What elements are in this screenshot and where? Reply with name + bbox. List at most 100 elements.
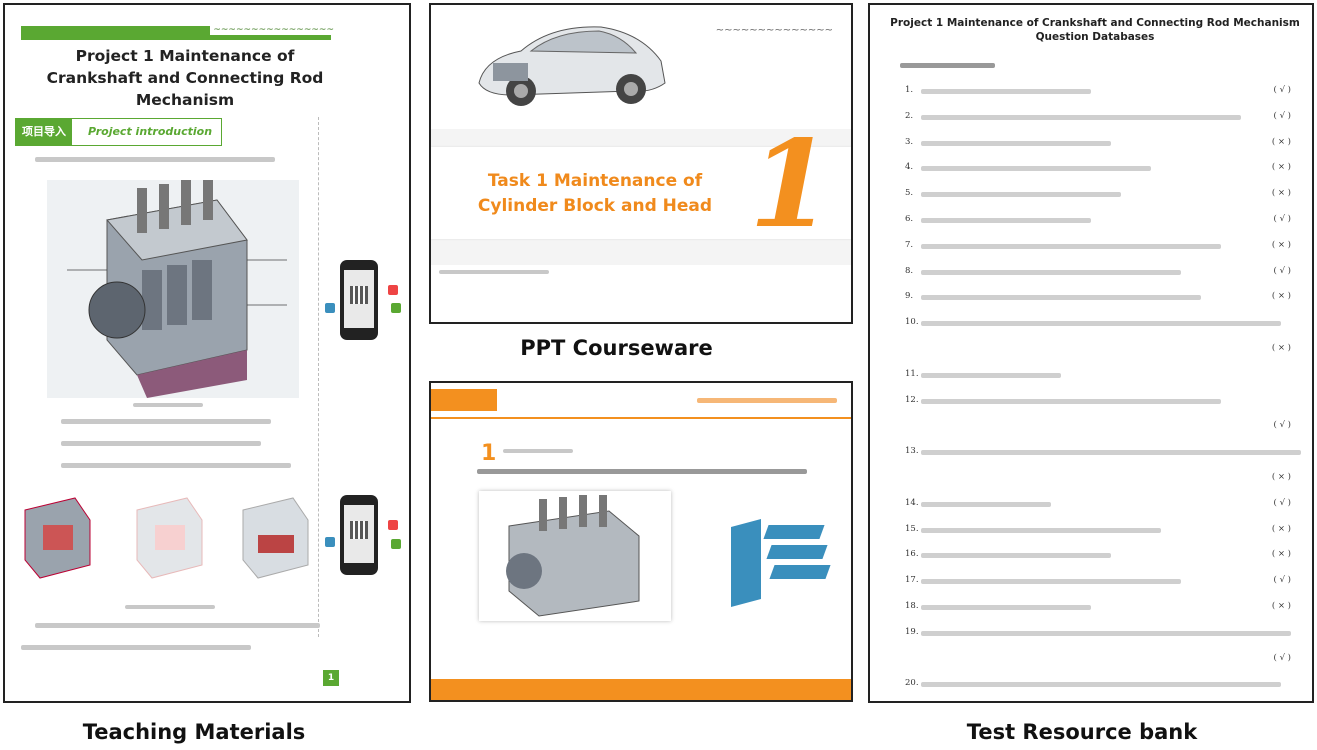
question-text — [921, 192, 1121, 198]
answer-mark: ( × ) — [1271, 239, 1291, 250]
question-number: 7. — [905, 239, 914, 250]
question-item: 16. ( × ) — [905, 549, 1303, 563]
question-text — [921, 579, 1181, 585]
answer-mark: ( × ) — [1271, 549, 1291, 560]
question-number: 15. — [905, 523, 919, 534]
structure-block — [731, 518, 761, 608]
ppt-content-slide: 1 — [429, 381, 853, 702]
answer-mark: ( × ) — [1271, 188, 1291, 199]
question-item: ( √ ) — [905, 653, 1303, 667]
question-item: ( × ) — [905, 472, 1303, 486]
answer-mark: ( × ) — [1271, 343, 1291, 353]
intro-label-en: Project introduction — [88, 125, 213, 138]
slide-footer — [439, 270, 549, 274]
teaching-materials-panel: ~~~~~~~~~~~~~~~~ Project 1 Maintenance o… — [3, 3, 411, 703]
figure-caption — [133, 403, 203, 407]
question-text — [921, 682, 1281, 688]
document-title: Project 1 Maintenance of Crankshaft and … — [46, 47, 324, 109]
question-number: 1. — [905, 85, 914, 95]
question-item: 5. ( × ) — [905, 188, 1303, 202]
header-bar: ~~~~~~~~~~~~~~~~ — [21, 25, 337, 40]
question-item: 13. — [905, 446, 1303, 460]
test-resource-panel: Project 1 Maintenance of Crankshaft and … — [868, 3, 1314, 703]
question-number: 16. — [905, 549, 919, 560]
question-item: 14. ( √ ) — [905, 498, 1303, 512]
question-text — [921, 450, 1301, 456]
question-item: 18. ( × ) — [905, 601, 1303, 615]
question-item: ( √ ) — [905, 420, 1303, 434]
point-text — [477, 469, 807, 474]
question-number: 5. — [905, 188, 914, 199]
question-item: 3. ( × ) — [905, 137, 1303, 151]
question-item: ( × ) — [905, 343, 1303, 357]
question-text — [921, 243, 1221, 249]
question-item: 10. — [905, 317, 1303, 331]
question-number: 14. — [905, 497, 919, 508]
question-number: 2. — [905, 110, 914, 121]
question-item: 9. ( × ) — [905, 291, 1303, 305]
question-text — [921, 89, 1091, 94]
question-text — [921, 114, 1241, 120]
question-text — [921, 630, 1291, 636]
question-number: 4. — [905, 162, 914, 173]
structure-block — [763, 525, 825, 539]
section-heading — [900, 63, 995, 68]
answer-mark: ( × ) — [1271, 601, 1291, 611]
engine-thumbnail-3 — [233, 490, 313, 582]
text-line — [35, 157, 275, 162]
point-heading — [503, 449, 573, 453]
text-line — [61, 463, 291, 468]
question-number: 10. — [905, 317, 919, 328]
slide-title: Task 1 Maintenance of Cylinder Block and… — [477, 171, 713, 216]
question-number: 6. — [905, 214, 914, 224]
answer-mark: ( √ ) — [1273, 265, 1291, 276]
question-item: 12. — [905, 395, 1303, 409]
question-text — [921, 295, 1201, 301]
text-line — [35, 623, 320, 628]
figure-caption — [125, 605, 215, 609]
question-number: 19. — [905, 626, 919, 637]
phone-qr-icon[interactable] — [340, 495, 378, 575]
question-item: 6. ( √ ) — [905, 214, 1303, 228]
engine-thumbnail-1 — [15, 490, 95, 582]
caption-ppt-courseware: PPT Courseware — [520, 336, 713, 360]
question-text — [921, 372, 1061, 378]
question-item: 2. ( √ ) — [905, 111, 1303, 125]
question-text — [921, 605, 1091, 610]
structure-block — [766, 545, 828, 559]
structure-block — [769, 565, 831, 579]
question-number: 3. — [905, 136, 914, 147]
question-item: 19. — [905, 627, 1303, 641]
question-text — [921, 321, 1281, 327]
question-number: 17. — [905, 575, 919, 586]
engine-illustration — [47, 180, 299, 398]
intro-label-cn: 项目导入 — [16, 119, 72, 145]
answer-mark: ( √ ) — [1273, 214, 1291, 224]
page-number: 1 — [323, 670, 339, 686]
question-item: 7. ( × ) — [905, 240, 1303, 254]
question-item: 11. — [905, 369, 1303, 383]
question-text — [921, 218, 1091, 223]
answer-mark: ( √ ) — [1273, 420, 1291, 431]
caption-test-resource-bank: Test Resource bank — [966, 720, 1198, 744]
slide-footer-bar — [431, 679, 851, 700]
question-text — [921, 269, 1181, 275]
question-number: 9. — [905, 291, 914, 302]
question-item: 20. — [905, 678, 1303, 692]
text-line — [61, 419, 271, 424]
question-item: 4. ( × ) — [905, 162, 1303, 176]
question-item: 17. ( √ ) — [905, 575, 1303, 589]
question-number: 13. — [905, 446, 919, 457]
question-text — [921, 140, 1111, 146]
question-number: 18. — [905, 601, 919, 611]
text-line — [21, 645, 251, 650]
slide-header-text: ~~~~~~~~~~~~~~ — [715, 25, 833, 36]
question-item: 1. ( √ ) — [905, 85, 1303, 99]
phone-qr-icon[interactable] — [340, 260, 378, 340]
project-introduction-banner: 项目导入 Project introduction — [15, 118, 222, 146]
answer-mark: ( √ ) — [1273, 110, 1291, 121]
answer-mark: ( √ ) — [1273, 575, 1291, 586]
margin-divider — [318, 117, 319, 637]
question-number: 12. — [905, 394, 919, 405]
question-item: 8. ( √ ) — [905, 266, 1303, 280]
